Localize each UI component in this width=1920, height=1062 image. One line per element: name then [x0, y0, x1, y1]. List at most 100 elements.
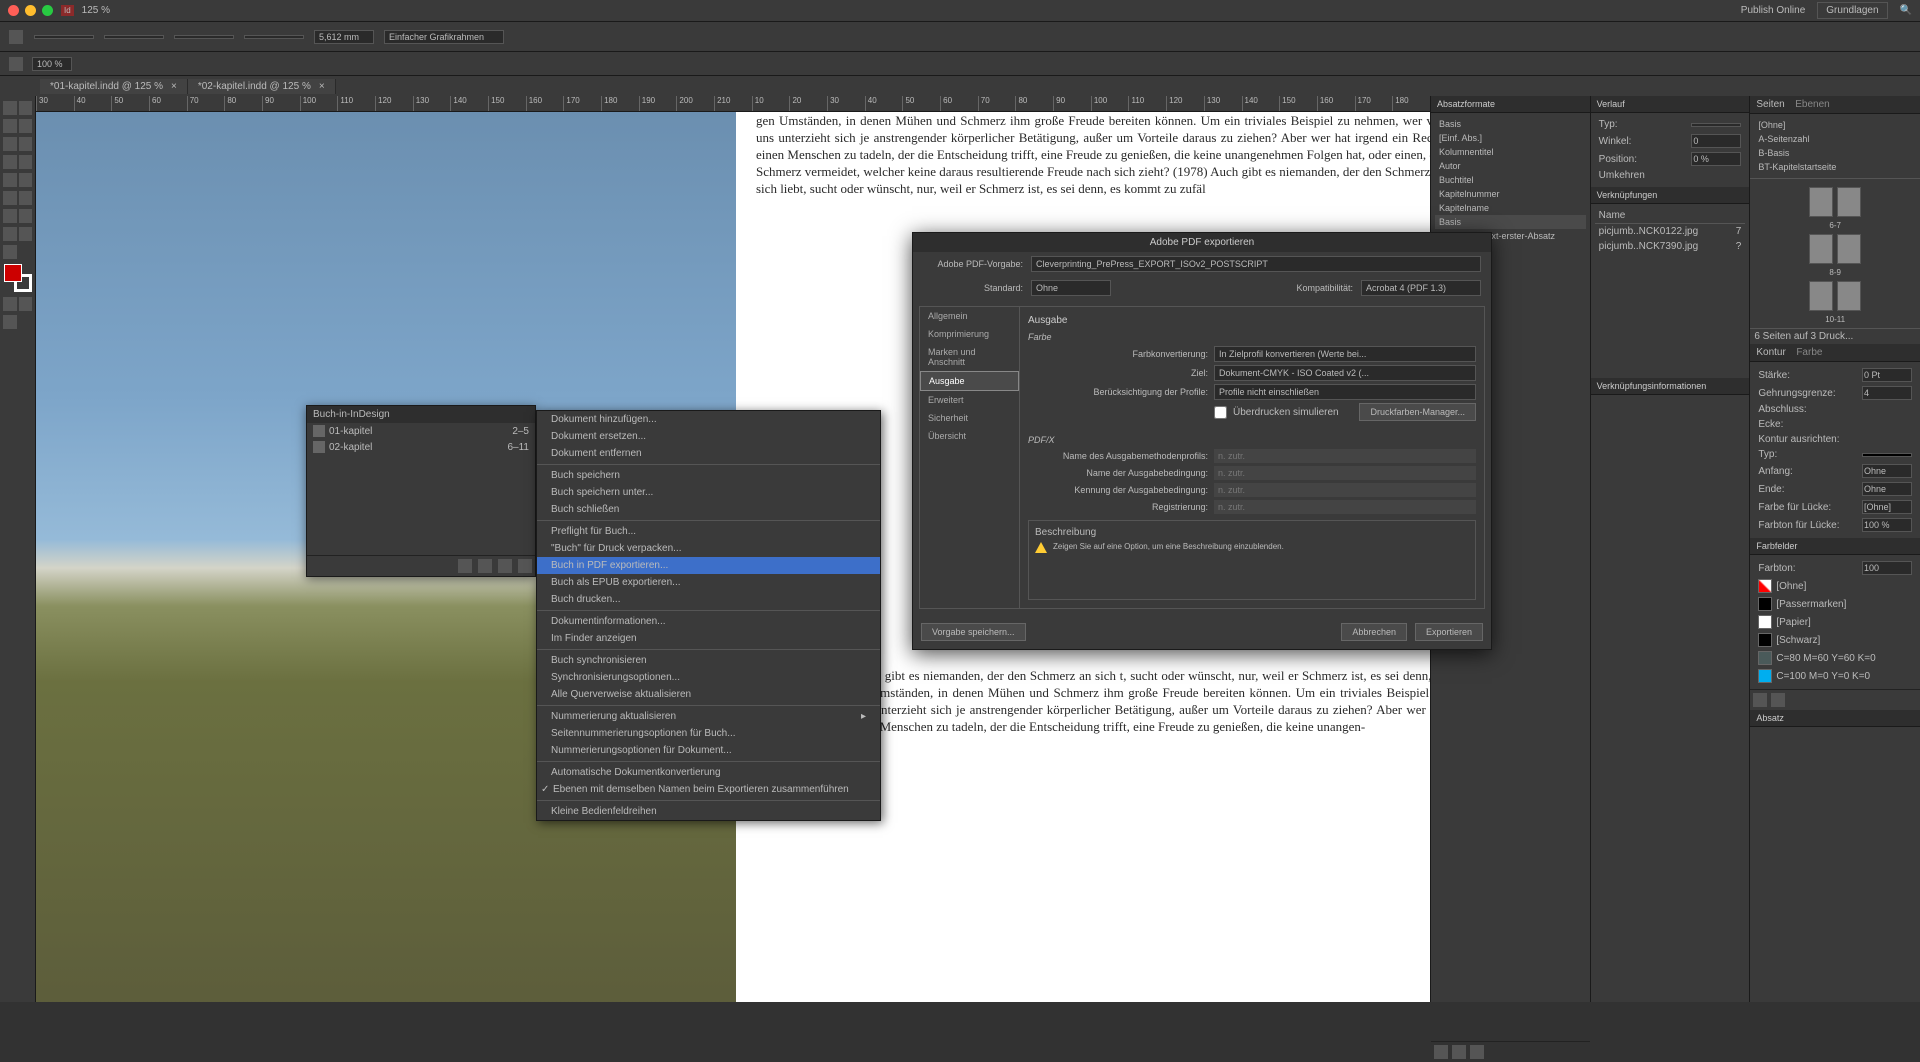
- apply-color[interactable]: [3, 297, 17, 311]
- master-page-item[interactable]: [Ohne]: [1754, 118, 1916, 132]
- menu-item[interactable]: Nummerierung aktualisieren▸: [537, 708, 880, 725]
- workspace-selector[interactable]: Grundlagen: [1817, 2, 1887, 19]
- apply-gradient[interactable]: [19, 297, 33, 311]
- pages-panel-header[interactable]: Seiten Ebenen: [1750, 96, 1920, 114]
- master-page-item[interactable]: A-Seitenzahl: [1754, 132, 1916, 146]
- stroke-start[interactable]: Ohne: [1862, 464, 1912, 478]
- zoom-level[interactable]: 125 %: [82, 5, 110, 16]
- paragraph-panel-header[interactable]: Absatz: [1750, 710, 1920, 727]
- body-text[interactable]: gen Umständen, in denen Mühen und Schmer…: [756, 112, 1430, 197]
- book-panel[interactable]: Buch-in-InDesign 01-kapitel2–502-kapitel…: [306, 405, 536, 577]
- gradient-panel-header[interactable]: Verlauf: [1591, 96, 1750, 113]
- book-document-row[interactable]: 01-kapitel2–5: [307, 423, 535, 439]
- pdf-nav-item[interactable]: Übersicht: [920, 427, 1019, 445]
- publish-online-button[interactable]: Publish Online: [1741, 5, 1805, 16]
- menu-item[interactable]: Preflight für Buch...: [537, 523, 880, 540]
- menu-item[interactable]: Buch in PDF exportieren...: [537, 557, 880, 574]
- w-field[interactable]: [174, 35, 234, 39]
- page-thumbnail[interactable]: 8-9: [1754, 232, 1916, 277]
- paragraph-style-item[interactable]: Buchtitel: [1435, 173, 1586, 187]
- pdf-nav-item[interactable]: Marken und Anschnitt: [920, 343, 1019, 371]
- new-swatch-icon[interactable]: [1753, 693, 1767, 707]
- swatch-item[interactable]: C=100 M=0 Y=0 K=0: [1754, 667, 1916, 685]
- control-icon[interactable]: [9, 30, 23, 44]
- frame-style[interactable]: Einfacher Grafikrahmen: [384, 30, 504, 44]
- swatch-item[interactable]: [Papier]: [1754, 613, 1916, 631]
- fill-stroke-indicator[interactable]: [4, 264, 32, 292]
- menu-item[interactable]: Buch schließen: [537, 501, 880, 518]
- document-tab[interactable]: *02-kapitel.indd @ 125 %×: [188, 79, 336, 94]
- link-row[interactable]: picjumb..NCK7390.jpg?: [1595, 239, 1746, 254]
- stroke-weight[interactable]: 0 Pt: [1862, 368, 1912, 382]
- paragraph-style-item[interactable]: Kapitelname: [1435, 201, 1586, 215]
- paragraph-style-item[interactable]: Autor: [1435, 159, 1586, 173]
- trash-icon[interactable]: [1771, 693, 1785, 707]
- menu-item[interactable]: Kleine Bedienfeldreihen: [537, 803, 880, 820]
- stroke-type[interactable]: [1862, 453, 1912, 457]
- gradient-position[interactable]: 0 %: [1691, 152, 1741, 166]
- gradient-angle[interactable]: 0: [1691, 134, 1741, 148]
- swatch-item[interactable]: [Schwarz]: [1754, 631, 1916, 649]
- pdf-nav-item[interactable]: Ausgabe: [920, 371, 1019, 391]
- ink-manager-button[interactable]: Druckfarben-Manager...: [1359, 403, 1476, 421]
- maximize-window[interactable]: [42, 5, 53, 16]
- master-page-item[interactable]: B-Basis: [1754, 146, 1916, 160]
- swatch-item[interactable]: [Ohne]: [1754, 577, 1916, 595]
- pencil-tool[interactable]: [19, 155, 33, 169]
- book-document-row[interactable]: 02-kapitel6–11: [307, 439, 535, 455]
- print-icon[interactable]: [478, 559, 492, 573]
- line-tool[interactable]: [19, 137, 33, 151]
- stroke-end[interactable]: Ohne: [1862, 482, 1912, 496]
- page-thumbnail[interactable]: 6-7: [1754, 185, 1916, 230]
- menu-item[interactable]: ✓Ebenen mit demselben Namen beim Exporti…: [537, 781, 880, 798]
- view-mode[interactable]: [3, 315, 17, 329]
- close-window[interactable]: [8, 5, 19, 16]
- menu-item[interactable]: Buch speichern unter...: [537, 484, 880, 501]
- paragraph-style-item[interactable]: Kapitelnummer: [1435, 187, 1586, 201]
- zoom-tool[interactable]: [3, 245, 17, 259]
- rectangle-frame-tool[interactable]: [3, 173, 17, 187]
- window-controls[interactable]: [8, 5, 53, 16]
- hand-tool[interactable]: [19, 227, 33, 241]
- master-page-item[interactable]: BT-Kapitelstartseite: [1754, 160, 1916, 174]
- destination-select[interactable]: Dokument-CMYK - ISO Coated v2 (...: [1214, 365, 1476, 381]
- paragraph-style-item[interactable]: Basis: [1435, 215, 1586, 229]
- new-icon[interactable]: [1434, 1045, 1448, 1059]
- type-tool[interactable]: [3, 137, 17, 151]
- gap-tint[interactable]: 100 %: [1862, 518, 1912, 532]
- transform-tool[interactable]: [19, 191, 33, 205]
- gap-tool[interactable]: [19, 119, 33, 133]
- pdf-nav-item[interactable]: Komprimierung: [920, 325, 1019, 343]
- export-button[interactable]: Exportieren: [1415, 623, 1483, 641]
- page-thumbnail[interactable]: 10-11: [1754, 279, 1916, 324]
- search-icon[interactable]: 🔍: [1900, 5, 1912, 16]
- gradient-type[interactable]: [1691, 123, 1741, 127]
- menu-item[interactable]: Dokument hinzufügen...: [537, 411, 880, 428]
- swatch-item[interactable]: [Passermarken]: [1754, 595, 1916, 613]
- gradient-tool[interactable]: [3, 209, 17, 223]
- cancel-button[interactable]: Abbrechen: [1341, 623, 1407, 641]
- remove-icon[interactable]: [518, 559, 532, 573]
- new-folder-icon[interactable]: [1452, 1045, 1466, 1059]
- menu-item[interactable]: Automatische Dokumentkonvertierung: [537, 764, 880, 781]
- menu-item[interactable]: Buch drucken...: [537, 591, 880, 608]
- swatch-item[interactable]: C=80 M=60 Y=60 K=0: [1754, 649, 1916, 667]
- direct-selection-tool[interactable]: [19, 101, 33, 115]
- profile-inclusion-select[interactable]: Profile nicht einschließen: [1214, 384, 1476, 400]
- save-preset-button[interactable]: Vorgabe speichern...: [921, 623, 1026, 641]
- sync-icon[interactable]: [458, 559, 472, 573]
- control2-icon[interactable]: [9, 57, 23, 71]
- simulate-overprint-checkbox[interactable]: [1214, 406, 1227, 419]
- menu-item[interactable]: Buch synchronisieren: [537, 652, 880, 669]
- paragraph-style-item[interactable]: Kolumnentitel: [1435, 145, 1586, 159]
- tint-value[interactable]: 100: [1862, 561, 1912, 575]
- gap-color[interactable]: [Ohne]: [1862, 500, 1912, 514]
- pdf-nav-item[interactable]: Erweitert: [920, 391, 1019, 409]
- scissors-tool[interactable]: [3, 191, 17, 205]
- rectangle-tool[interactable]: [19, 173, 33, 187]
- trash-icon[interactable]: [1470, 1045, 1484, 1059]
- pdf-compat-select[interactable]: Acrobat 4 (PDF 1.3): [1361, 280, 1481, 296]
- y-field[interactable]: [104, 35, 164, 39]
- pen-tool[interactable]: [3, 155, 17, 169]
- links-panel-header[interactable]: Verknüpfungen: [1591, 187, 1750, 204]
